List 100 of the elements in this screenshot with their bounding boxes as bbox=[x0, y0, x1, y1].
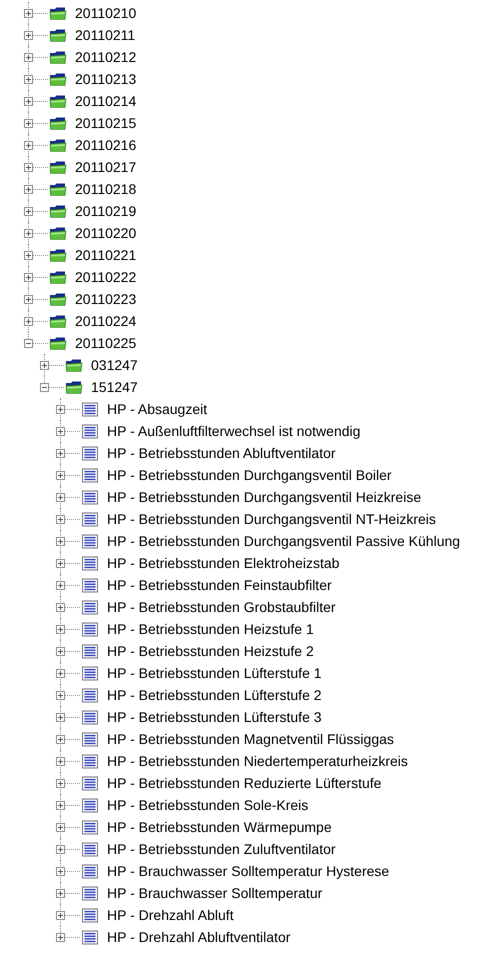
item-name[interactable]: HP - Betriebsstunden Grobstaubfilter bbox=[107, 599, 336, 615]
expand-icon[interactable] bbox=[24, 294, 33, 304]
item-name[interactable]: HP - Betriebsstunden Wärmepumpe bbox=[107, 819, 332, 835]
expand-icon[interactable] bbox=[24, 162, 33, 172]
list-icon bbox=[81, 908, 99, 922]
list-icon bbox=[81, 556, 99, 570]
folder-icon bbox=[49, 50, 67, 64]
folder-name[interactable]: 20110217 bbox=[75, 159, 136, 175]
item-name[interactable]: HP - Betriebsstunden Magnetventil Flüssiggas bbox=[107, 731, 394, 747]
folder-name[interactable]: 20110221 bbox=[75, 247, 136, 263]
expand-icon[interactable] bbox=[56, 448, 65, 458]
expand-icon[interactable] bbox=[24, 140, 33, 150]
item-name[interactable]: HP - Betriebsstunden Lüfterstufe 2 bbox=[107, 687, 322, 703]
expand-icon[interactable] bbox=[24, 272, 33, 282]
item-name[interactable]: HP - Betriebsstunden Elektroheizstab bbox=[107, 555, 340, 571]
item-name[interactable]: HP - Betriebsstunden Abluftventilator bbox=[107, 445, 336, 461]
folder-name[interactable]: 20110225 bbox=[75, 335, 136, 351]
folder-name[interactable]: 20110224 bbox=[75, 313, 136, 329]
folder-name[interactable]: 20110215 bbox=[75, 115, 136, 131]
item-name[interactable]: HP - Betriebsstunden Niedertemperaturheizkreis bbox=[107, 753, 408, 769]
expand-icon[interactable] bbox=[56, 668, 65, 678]
item-name[interactable]: HP - Drehzahl Abluftventilator bbox=[107, 929, 290, 945]
expand-icon[interactable] bbox=[56, 844, 65, 854]
item-name[interactable]: HP - Betriebsstunden Lüfterstufe 1 bbox=[107, 665, 322, 681]
list-icon bbox=[81, 930, 99, 944]
expand-icon[interactable] bbox=[56, 910, 65, 920]
folder-name[interactable]: 20110222 bbox=[75, 269, 136, 285]
collapse-icon[interactable] bbox=[24, 338, 33, 348]
folder-name[interactable]: 20110216 bbox=[75, 137, 136, 153]
expand-icon[interactable] bbox=[24, 184, 33, 194]
folder-name[interactable]: 20110213 bbox=[75, 71, 136, 87]
expand-icon[interactable] bbox=[56, 536, 65, 546]
expand-icon[interactable] bbox=[56, 734, 65, 744]
item-name[interactable]: HP - Betriebsstunden Zuluftventilator bbox=[107, 841, 336, 857]
item-name[interactable]: HP - Betriebsstunden Sole-Kreis bbox=[107, 797, 308, 813]
expand-icon[interactable] bbox=[24, 250, 33, 260]
list-icon bbox=[81, 468, 99, 482]
expand-icon[interactable] bbox=[56, 514, 65, 524]
expand-icon[interactable] bbox=[56, 690, 65, 700]
expand-icon[interactable] bbox=[56, 602, 65, 612]
expand-icon[interactable] bbox=[56, 492, 65, 502]
expand-icon[interactable] bbox=[56, 404, 65, 414]
expand-icon[interactable] bbox=[24, 52, 33, 62]
folder-name[interactable]: 151247 bbox=[91, 379, 138, 395]
folder-name[interactable]: 20110218 bbox=[75, 181, 136, 197]
expand-icon[interactable] bbox=[56, 778, 65, 788]
folder-name[interactable]: 031247 bbox=[91, 357, 138, 373]
expand-icon[interactable] bbox=[56, 558, 65, 568]
item-name[interactable]: HP - Betriebsstunden Heizstufe 1 bbox=[107, 621, 314, 637]
folder-icon bbox=[49, 292, 67, 306]
item-name[interactable]: HP - Betriebsstunden Reduzierte Lüfterstufe bbox=[107, 775, 382, 791]
expand-icon[interactable] bbox=[24, 316, 33, 326]
folder-icon bbox=[49, 6, 67, 20]
folder-name[interactable]: 20110212 bbox=[75, 49, 136, 65]
expand-icon[interactable] bbox=[56, 866, 65, 876]
list-icon bbox=[81, 798, 99, 812]
expand-icon[interactable] bbox=[56, 888, 65, 898]
expand-icon[interactable] bbox=[24, 30, 33, 40]
expand-icon[interactable] bbox=[24, 206, 33, 216]
expand-icon[interactable] bbox=[56, 756, 65, 766]
expand-icon[interactable] bbox=[24, 8, 33, 18]
item-name[interactable]: HP - Drehzahl Abluft bbox=[107, 907, 234, 923]
expand-icon[interactable] bbox=[24, 228, 33, 238]
expand-icon[interactable] bbox=[56, 822, 65, 832]
folder-name[interactable]: 20110219 bbox=[75, 203, 136, 219]
folder-name[interactable]: 20110210 bbox=[75, 5, 136, 21]
item-name[interactable]: HP - Außenluftfilterwechsel ist notwendig bbox=[107, 423, 360, 439]
expand-icon[interactable] bbox=[24, 74, 33, 84]
folder-icon bbox=[49, 182, 67, 196]
expand-icon[interactable] bbox=[56, 932, 65, 942]
folder-icon bbox=[49, 314, 67, 328]
item-name[interactable]: HP - Betriebsstunden Lüfterstufe 3 bbox=[107, 709, 322, 725]
expand-icon[interactable] bbox=[56, 624, 65, 634]
item-name[interactable]: HP - Betriebsstunden Durchgangsventil Boiler bbox=[107, 467, 392, 483]
expand-icon[interactable] bbox=[56, 800, 65, 810]
item-name[interactable]: HP - Betriebsstunden Heizstufe 2 bbox=[107, 643, 314, 659]
list-icon bbox=[81, 710, 99, 724]
expand-icon[interactable] bbox=[56, 470, 65, 480]
expand-icon[interactable] bbox=[56, 712, 65, 722]
item-name[interactable]: HP - Betriebsstunden Durchgangsventil NT-Heizkreis bbox=[107, 511, 436, 527]
folder-name[interactable]: 20110223 bbox=[75, 291, 136, 307]
folder-icon bbox=[49, 204, 67, 218]
expand-icon[interactable] bbox=[24, 96, 33, 106]
item-name[interactable]: HP - Betriebsstunden Feinstaubfilter bbox=[107, 577, 332, 593]
item-name[interactable]: HP - Betriebsstunden Durchgangsventil Passive Kühlung bbox=[107, 533, 460, 549]
item-name[interactable]: HP - Betriebsstunden Durchgangsventil Heizkreise bbox=[107, 489, 422, 505]
folder-name[interactable]: 20110211 bbox=[75, 27, 136, 43]
folder-name[interactable]: 20110220 bbox=[75, 225, 136, 241]
expand-icon[interactable] bbox=[56, 426, 65, 436]
item-name[interactable]: HP - Brauchwasser Solltemperatur Hysterese bbox=[107, 863, 390, 879]
folder-name[interactable]: 20110214 bbox=[75, 93, 136, 109]
list-icon bbox=[81, 666, 99, 680]
expand-icon[interactable] bbox=[56, 580, 65, 590]
collapse-icon[interactable] bbox=[40, 382, 49, 392]
item-name[interactable]: HP - Brauchwasser Solltemperatur bbox=[107, 885, 322, 901]
expand-icon[interactable] bbox=[40, 360, 49, 370]
list-icon bbox=[81, 622, 99, 636]
item-name[interactable]: HP - Absaugzeit bbox=[107, 401, 208, 417]
expand-icon[interactable] bbox=[56, 646, 65, 656]
expand-icon[interactable] bbox=[24, 118, 33, 128]
